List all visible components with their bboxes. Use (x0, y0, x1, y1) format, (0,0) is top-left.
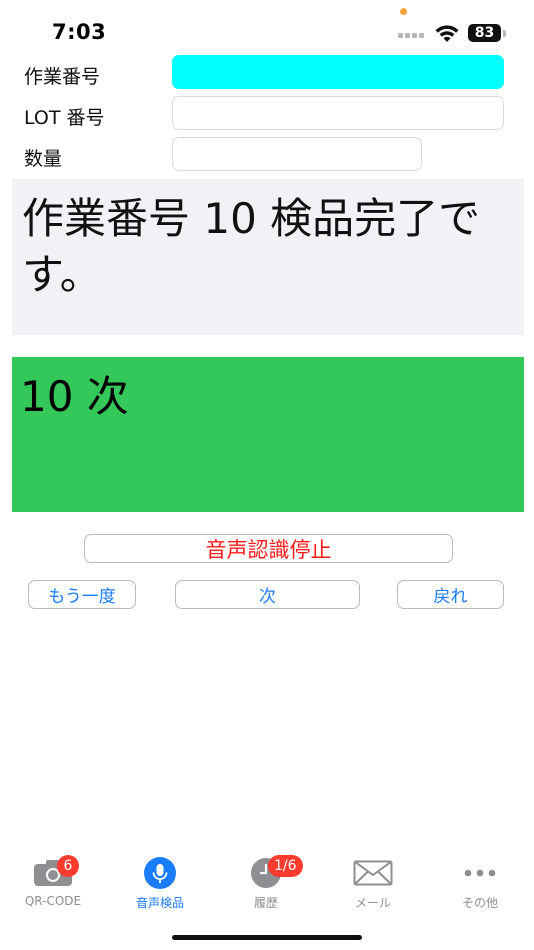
wifi-icon (435, 25, 459, 42)
status-time: 7:03 (52, 20, 107, 44)
work-number-field[interactable] (172, 55, 504, 89)
qr-code-badge: 6 (57, 855, 79, 877)
next-button[interactable]: 次 (175, 580, 360, 609)
microphone-icon (144, 857, 176, 889)
result-panel: 10 次 (12, 357, 524, 512)
home-indicator (172, 935, 362, 940)
tab-icon-wrap (138, 857, 182, 889)
lot-number-field[interactable] (172, 96, 504, 130)
work-number-label: 作業番号 (24, 66, 101, 88)
tab-more[interactable]: その他 (430, 857, 530, 911)
battery-icon: 83 (468, 24, 501, 42)
quantity-label: 数量 (24, 148, 63, 170)
again-button[interactable]: もう一度 (28, 580, 136, 609)
tab-label-history: 履歴 (253, 896, 278, 910)
tab-qr-code[interactable]: 6 QR-CODE (3, 855, 103, 908)
back-button[interactable]: 戻れ (397, 580, 504, 609)
quantity-field[interactable] (172, 137, 422, 171)
tab-icon-wrap (458, 857, 502, 889)
message-panel: 作業番号 10 検品完了です。 (12, 179, 524, 335)
tab-history[interactable]: 1/6 履歴 (216, 855, 316, 911)
more-icon (464, 869, 496, 877)
tab-voice-inspection[interactable]: 音声検品 (110, 857, 210, 911)
history-badge: 1/6 (268, 855, 303, 877)
tab-label-voice-inspection: 音声検品 (135, 896, 184, 910)
message-text: 作業番号 10 検品完了です。 (22, 194, 481, 299)
cellular-signal-icon (398, 33, 424, 38)
tab-label-mail: メール (354, 896, 391, 910)
tab-icon-wrap (351, 857, 395, 889)
battery-cap (503, 30, 506, 37)
tab-mail[interactable]: メール (323, 857, 423, 911)
stop-recognition-button[interactable]: 音声認識停止 (84, 534, 453, 563)
tab-icon-wrap: 1/6 (244, 855, 303, 889)
tab-icon-wrap: 6 (31, 855, 79, 889)
privacy-indicator-dot (400, 8, 407, 15)
tab-label-more: その他 (461, 896, 498, 910)
battery-level: 83 (474, 25, 495, 41)
lot-number-label: LOT 番号 (24, 107, 105, 129)
mail-icon (353, 860, 393, 886)
result-text: 10 次 (20, 372, 129, 421)
tab-label-qr-code: QR-CODE (24, 894, 82, 908)
